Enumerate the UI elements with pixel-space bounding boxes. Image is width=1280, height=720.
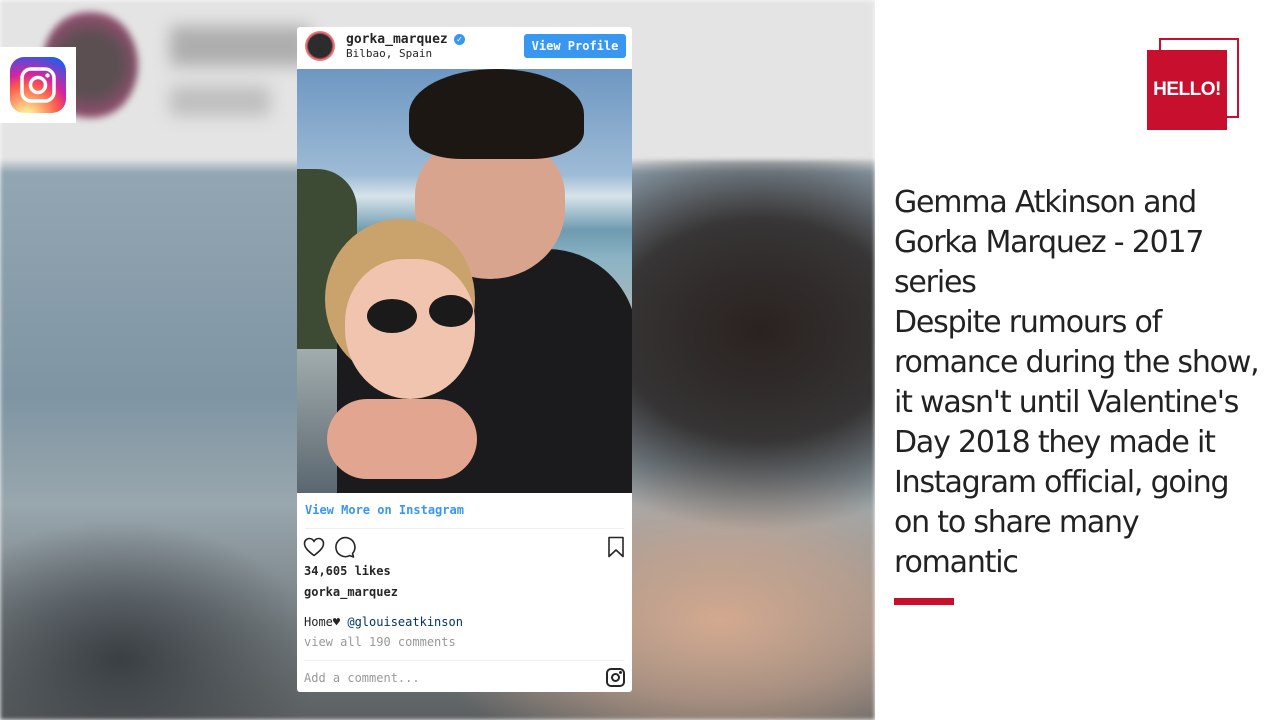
- article-heading: Gemma Atkinson and Gorka Marquez - 2017 …: [894, 185, 1204, 300]
- action-bar: [297, 535, 632, 561]
- view-more-link[interactable]: View More on Instagram: [305, 503, 464, 517]
- bookmark-icon[interactable]: [604, 535, 628, 559]
- caption-username[interactable]: gorka_marquez: [304, 585, 398, 599]
- divider: [305, 660, 624, 661]
- caption-text: Home♥: [304, 615, 348, 629]
- photo-sunglasses-left: [367, 299, 417, 333]
- instagram-badge: [0, 47, 76, 123]
- likes-count[interactable]: 34,605 likes: [304, 564, 391, 578]
- post-header: gorka_marquez ✓ Bilbao, Spain View Profi…: [297, 27, 632, 69]
- article-panel: HELLO! Gemma Atkinson and Gorka Marquez …: [875, 0, 1280, 720]
- avatar[interactable]: [305, 31, 335, 61]
- article-text: Gemma Atkinson and Gorka Marquez - 2017 …: [894, 183, 1264, 583]
- comment-icon[interactable]: [332, 535, 356, 559]
- post-username[interactable]: gorka_marquez: [346, 32, 448, 47]
- photo-sunglasses-right: [429, 295, 473, 327]
- divider: [305, 528, 624, 529]
- post-photo[interactable]: [297, 69, 632, 493]
- instagram-glyph-icon[interactable]: [606, 668, 625, 687]
- heart-icon[interactable]: [302, 535, 326, 559]
- hello-logo: HELLO!: [1147, 50, 1227, 130]
- photo-hand: [327, 399, 477, 479]
- photo-man-hair: [409, 69, 584, 159]
- instagram-embed-card: gorka_marquez ✓ Bilbao, Spain View Profi…: [297, 27, 632, 692]
- post-location[interactable]: Bilbao, Spain: [346, 47, 432, 60]
- article-body: Despite rumours of romance during the sh…: [894, 305, 1260, 580]
- instagram-icon: [10, 57, 66, 113]
- blurred-location: [170, 86, 270, 116]
- post-caption: Home♥ @glouiseatkinson: [304, 615, 463, 629]
- logo-text: HELLO!: [1153, 79, 1221, 100]
- photo-woman-face: [345, 259, 475, 399]
- add-comment-input[interactable]: Add a comment...: [304, 671, 420, 685]
- accent-bar: [894, 598, 954, 605]
- blurred-username: [170, 26, 310, 66]
- view-profile-button[interactable]: View Profile: [524, 34, 626, 58]
- verified-badge-icon: ✓: [454, 34, 465, 45]
- view-comments-link[interactable]: view all 190 comments: [304, 635, 456, 649]
- caption-mention-link[interactable]: @glouiseatkinson: [347, 615, 463, 629]
